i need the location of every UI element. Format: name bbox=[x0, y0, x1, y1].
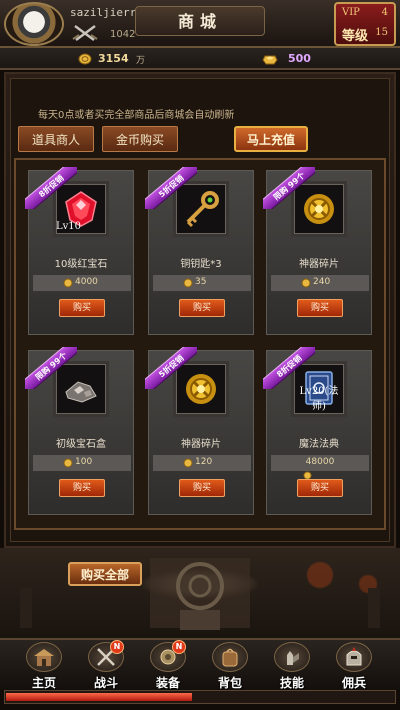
coin-icon bbox=[63, 458, 73, 468]
tab-item-merchant[interactable]: 道具商人 bbox=[18, 126, 94, 152]
item-name: 铜钥匙*3 bbox=[180, 259, 222, 270]
item-price: 4000 bbox=[75, 277, 98, 287]
item-grid: Lv10 8折促销 10级红宝石 4000 购买 5折促销 铜钥匙*3 35 购… bbox=[14, 158, 386, 530]
buy-button[interactable]: 购买 bbox=[59, 479, 105, 497]
shop-item-card: Lv10 8折促销 10级红宝石 4000 购买 bbox=[25, 167, 134, 335]
promo-ribbon-label: 限购 99个 bbox=[25, 347, 77, 389]
tab-gold-purchase[interactable]: 金币购买 bbox=[102, 126, 178, 152]
nav-item-battle[interactable]: N 战斗 bbox=[76, 640, 136, 692]
vip-label: VIP bbox=[342, 7, 360, 18]
item-level: Lv10 bbox=[56, 221, 82, 232]
promo-ribbon: 5折促销 bbox=[145, 347, 197, 389]
promo-ribbon-label: 限购 99个 bbox=[263, 167, 315, 209]
home-icon bbox=[34, 649, 54, 666]
item-price: 240 bbox=[313, 277, 331, 287]
nav-icon-frame bbox=[274, 642, 310, 672]
recharge-button[interactable]: 马上充值 bbox=[234, 126, 308, 152]
ingot-value: 500 bbox=[288, 52, 311, 65]
notification-badge: N bbox=[110, 640, 124, 654]
shop-item-card: 5折促销 铜钥匙*3 35 购买 bbox=[145, 167, 254, 335]
currency-bar: 3154 万 500 bbox=[0, 48, 400, 70]
backpack-icon bbox=[222, 648, 238, 667]
item-name: 10级红宝石 bbox=[54, 259, 108, 270]
buy-button[interactable]: 购买 bbox=[297, 479, 343, 497]
buy-button[interactable]: 购买 bbox=[297, 299, 343, 317]
promo-ribbon: 限购 99个 bbox=[263, 167, 315, 209]
nav-label: 主页 bbox=[31, 676, 56, 690]
nav-icon-frame bbox=[212, 642, 248, 672]
buy-button[interactable]: 购买 bbox=[179, 479, 225, 497]
buy-all-button[interactable]: 购买全部 bbox=[68, 562, 142, 586]
promo-ribbon-label: 5折促销 bbox=[145, 347, 197, 389]
item-name: 初级宝石盒 bbox=[56, 439, 106, 450]
item-price: 35 bbox=[195, 277, 207, 287]
coin-icon bbox=[183, 458, 193, 468]
nav-icon-frame bbox=[336, 642, 372, 672]
coin-icon bbox=[183, 278, 193, 288]
shop-item-card: 5折促销 神器碎片 120 购买 bbox=[145, 347, 254, 515]
item-price: 100 bbox=[75, 457, 93, 467]
shop-item-card: 限购 99个 神器碎片 240 购买 bbox=[263, 167, 372, 335]
price-strip: 48000 bbox=[271, 455, 369, 471]
crossed-swords-icon bbox=[72, 25, 98, 41]
player-name: saziljierr bbox=[70, 6, 137, 19]
experience-bar bbox=[4, 690, 396, 704]
promo-ribbon-label: 5折促销 bbox=[145, 167, 197, 209]
mercenary-icon bbox=[346, 647, 362, 666]
coin-value: 3154 bbox=[98, 52, 129, 65]
promo-ribbon-label: 8折促销 bbox=[263, 347, 315, 389]
nav-icon-frame bbox=[26, 642, 62, 672]
item-name: 魔法法典 bbox=[299, 439, 339, 450]
coin-icon bbox=[301, 278, 311, 288]
nav-item-equipment[interactable]: N 装备 bbox=[138, 640, 198, 692]
promo-ribbon: 8折促销 bbox=[263, 347, 315, 389]
hall-illustration bbox=[20, 558, 380, 630]
shop-item-card: 限购 99个 初级宝石盒 100 购买 bbox=[25, 347, 134, 515]
power-value: 1042 bbox=[110, 29, 136, 40]
nav-item-backpack[interactable]: 背包 bbox=[200, 640, 260, 692]
nav-label: 装备 bbox=[155, 676, 180, 690]
buy-button[interactable]: 购买 bbox=[59, 299, 105, 317]
coin-unit: 万 bbox=[136, 56, 146, 66]
nav-label: 佣兵 bbox=[341, 676, 366, 690]
price-strip: 4000 bbox=[33, 275, 131, 291]
background-scene bbox=[0, 548, 400, 638]
level-value: 15 bbox=[375, 27, 388, 38]
top-bar: saziljierr 1042 商城 VIP 4 等级 15 bbox=[0, 0, 400, 48]
experience-fill bbox=[6, 693, 192, 701]
vip-badge[interactable]: VIP 4 等级 15 bbox=[334, 2, 396, 46]
coin-icon bbox=[63, 278, 73, 288]
price-strip: 35 bbox=[153, 275, 251, 291]
buy-button[interactable]: 购买 bbox=[179, 299, 225, 317]
coin-icon bbox=[78, 53, 92, 65]
gold-ingot-icon bbox=[262, 55, 278, 65]
avatar[interactable] bbox=[4, 2, 64, 46]
bottom-nav: 主页 N 战斗 N 装备 背包 技能 佣兵 bbox=[0, 638, 400, 690]
promo-ribbon: 8折促销 bbox=[25, 167, 77, 209]
shop-item-card: Lv20(法师) 8折促销 魔法法典 48000 购买 bbox=[263, 347, 372, 515]
skill-icon bbox=[287, 651, 299, 665]
item-price: 120 bbox=[195, 457, 213, 467]
price-strip: 100 bbox=[33, 455, 131, 471]
nav-item-skills[interactable]: 技能 bbox=[262, 640, 322, 692]
page-title: 商城 bbox=[135, 6, 265, 36]
price-strip: 240 bbox=[271, 275, 369, 291]
nav-item-mercenary[interactable]: 佣兵 bbox=[324, 640, 384, 692]
nav-label: 战斗 bbox=[93, 676, 118, 690]
item-name: 神器碎片 bbox=[299, 259, 339, 270]
nav-label: 背包 bbox=[217, 676, 242, 690]
item-price: 48000 bbox=[305, 457, 335, 467]
promo-ribbon: 5折促销 bbox=[145, 167, 197, 209]
vip-level: 4 bbox=[381, 7, 388, 18]
level-label: 等级 bbox=[342, 29, 369, 44]
item-name: 神器碎片 bbox=[181, 439, 221, 450]
nav-label: 技能 bbox=[279, 676, 304, 690]
price-strip: 120 bbox=[153, 455, 251, 471]
notification-badge: N bbox=[172, 640, 186, 654]
refresh-notice: 每天0点或者买完全部商品后商城会自动刷新 bbox=[38, 110, 235, 121]
promo-ribbon: 限购 99个 bbox=[25, 347, 77, 389]
nav-item-home[interactable]: 主页 bbox=[14, 640, 74, 692]
promo-ribbon-label: 8折促销 bbox=[25, 167, 77, 209]
